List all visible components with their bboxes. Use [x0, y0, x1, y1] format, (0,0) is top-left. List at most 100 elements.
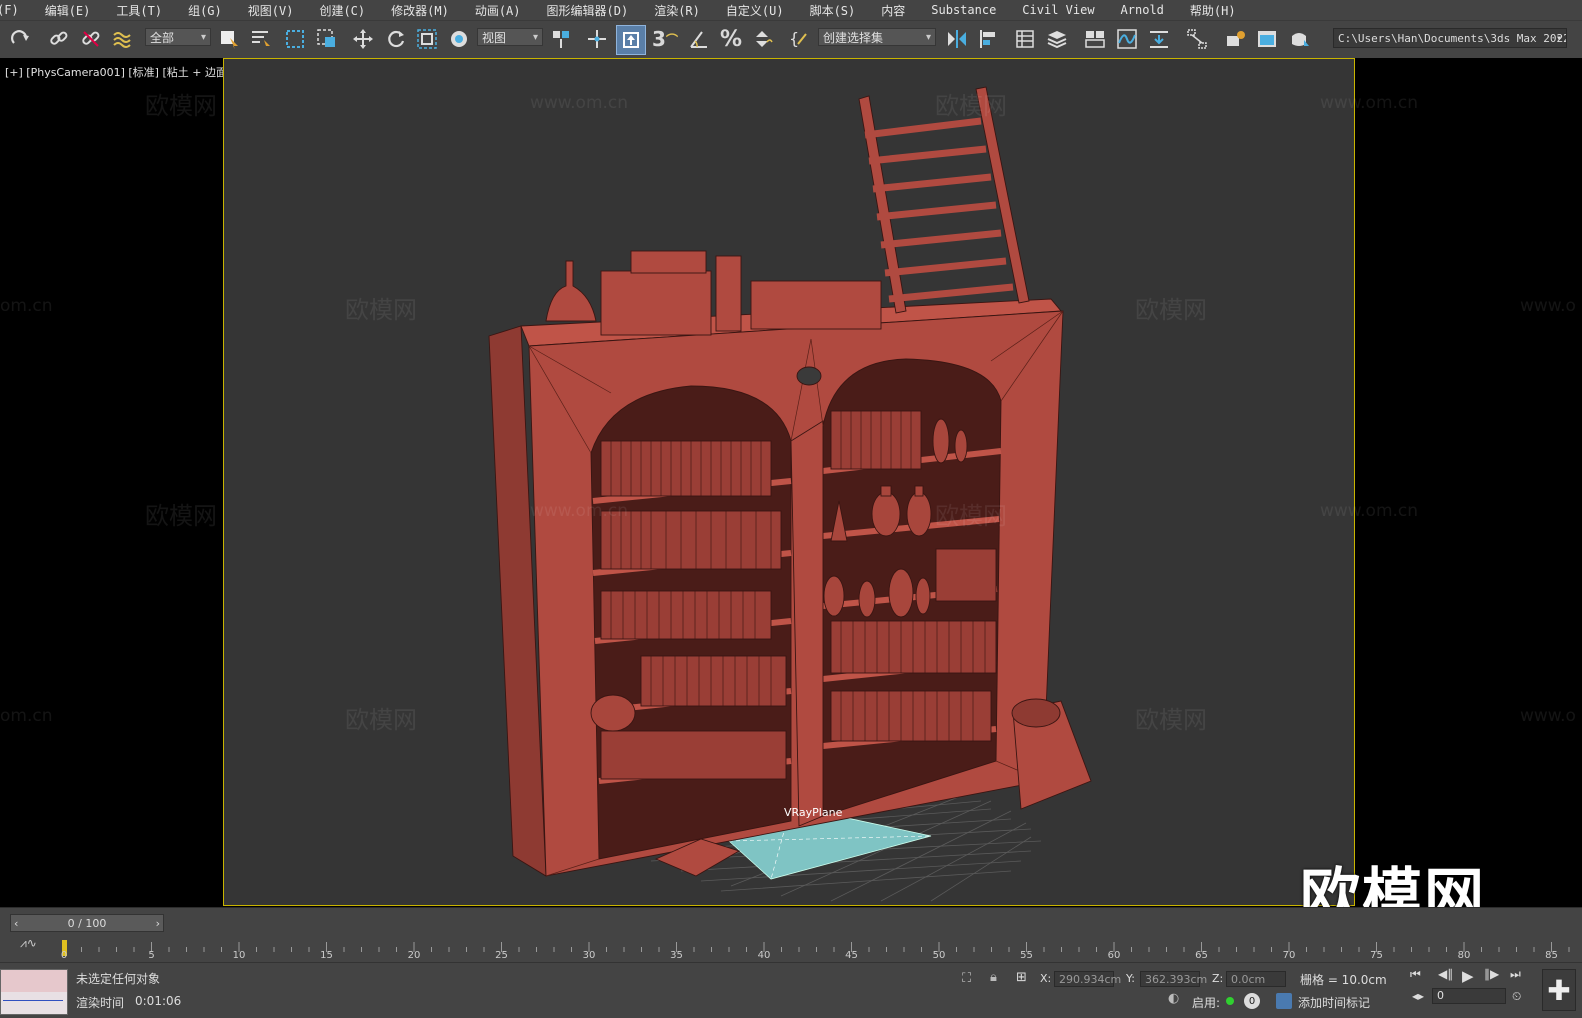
chevron-left-icon[interactable]: ‹ [14, 917, 18, 930]
menu-item[interactable]: 工具(T) [103, 2, 175, 19]
project-path-field[interactable]: C:\Users\Han\Documents\3ds Max 2022 ▾ [1333, 28, 1567, 48]
menu-item[interactable]: 脚本(S) [797, 2, 869, 19]
watermark-url: om.cn [0, 706, 53, 726]
menu-item[interactable]: Substance [918, 3, 1009, 17]
absolute-mode-icon[interactable]: ⊞ [1016, 970, 1027, 985]
timeline-tick-label: 50 [932, 950, 946, 961]
link-icon[interactable] [46, 27, 72, 51]
timeline-tick-label: 85 [1545, 950, 1558, 961]
snap-toggle-icon[interactable]: 3 ⌒ [652, 27, 678, 51]
menu-item[interactable]: 视图(V) [235, 2, 307, 19]
edit-named-selection-icon[interactable]: { [786, 27, 812, 51]
watermark-cn: 欧模网 [1135, 706, 1207, 734]
project-path-text: C:\Users\Han\Documents\3ds Max 2022 [1338, 31, 1567, 45]
current-frame-field[interactable]: 0 [1432, 988, 1506, 1004]
window-crossing-icon[interactable] [314, 27, 340, 51]
watermark-url: www.om.cn [1320, 93, 1419, 113]
curve-editor-mini-icon[interactable]: ⩘∿ [20, 936, 37, 951]
rendered-frame-window-icon[interactable] [1254, 27, 1280, 51]
viewport-label[interactable]: [+] [PhysCamera001] [标准] [粘土 + 边面] [5, 64, 231, 80]
selection-filter-dropdown[interactable]: 全部 [145, 28, 211, 46]
placement-icon[interactable] [446, 27, 472, 51]
previous-frame-icon[interactable]: ◀∥ [1438, 967, 1453, 981]
menu-item[interactable]: 修改器(M) [378, 2, 462, 19]
lock-icon[interactable]: 🔒︎ [990, 970, 997, 985]
viewport-physcamera[interactable]: [+] [PhysCamera001] [标准] [粘土 + 边面] VRayP… [0, 58, 1582, 907]
grid-spacing: 栅格 = 10.0cm [1300, 973, 1387, 987]
timeline-tick-label: 30 [582, 950, 596, 961]
timeline-tick-label: 10 [232, 950, 246, 961]
angle-snap-icon[interactable] [686, 27, 712, 51]
schematic-view-icon[interactable] [1184, 27, 1210, 51]
time-config-icon[interactable]: ⏲ [1512, 989, 1521, 1004]
status-bar: 未选定任何对象 渲染时间 0:01:06 ⛶ 🔒︎ ⊞ X: 290.934cm… [0, 962, 1582, 1018]
rect-selection-icon[interactable] [282, 27, 308, 51]
menu-item[interactable]: 图形编辑器(D) [534, 2, 642, 19]
reference-coordinate-dropdown[interactable]: 视图 [477, 28, 543, 46]
render-production-icon[interactable] [1286, 27, 1312, 51]
status-dot-icon [1226, 997, 1234, 1005]
watermark-url: www.om.cn [1320, 501, 1419, 521]
dope-sheet-icon[interactable] [1146, 27, 1172, 51]
menu-item[interactable]: 动画(A) [462, 2, 534, 19]
menu-item[interactable]: 创建(C) [306, 2, 378, 19]
menu-item[interactable]: 编辑(E) [32, 2, 104, 19]
frame-display: 0 / 100 [67, 916, 107, 930]
chevron-right-icon[interactable]: › [156, 917, 160, 930]
align-icon[interactable] [976, 27, 1002, 51]
scale-icon[interactable] [414, 27, 440, 51]
add-time-tag[interactable]: 添加时间标记 [1298, 994, 1370, 1011]
redo-icon[interactable] [8, 27, 34, 51]
scene-explorer-icon[interactable] [1012, 27, 1038, 51]
menu-item[interactable]: 帮助(H) [1177, 2, 1249, 19]
move-icon[interactable] [350, 27, 376, 51]
keyboard-shortcut-override-icon[interactable] [616, 25, 646, 55]
go-to-start-icon[interactable]: ⏮ [1410, 967, 1421, 982]
ribbon-toggle-icon[interactable] [1082, 27, 1108, 51]
bookshelf-model[interactable] [488, 86, 1092, 877]
isolate-icon[interactable]: ⛶ [962, 971, 971, 986]
adaptive-degradation-icon[interactable]: ◐ [1168, 991, 1179, 1006]
x-label: X: [1040, 972, 1052, 985]
orbit-navigation-icon[interactable]: ✚ [1542, 969, 1576, 1011]
spinner-snap-icon[interactable] [750, 27, 776, 51]
x-coordinate-field[interactable]: 290.934cm [1054, 971, 1121, 987]
menu-item[interactable]: Arnold [1108, 3, 1177, 17]
curve-editor-icon[interactable] [1114, 27, 1140, 51]
key-mode-icon[interactable]: ◂▸ [1412, 989, 1424, 1003]
pivot-center-icon[interactable] [548, 27, 574, 51]
time-tag-icon[interactable] [1276, 993, 1292, 1009]
y-coordinate-field[interactable]: 362.393cm [1140, 971, 1207, 987]
timeline-tick-label: 65 [1195, 950, 1208, 961]
menu-item[interactable]: 渲染(R) [641, 2, 713, 19]
menu-item[interactable]: Civil View [1009, 3, 1107, 17]
select-manipulate-icon[interactable] [584, 27, 610, 51]
menu-item[interactable]: 组(G) [175, 2, 235, 19]
rotate-icon[interactable] [383, 27, 409, 51]
watermark-cn: 欧模网 [345, 296, 417, 324]
z-coordinate-field[interactable]: 0.0cm [1226, 971, 1286, 987]
mirror-icon[interactable] [944, 27, 970, 51]
layer-explorer-icon[interactable] [1044, 27, 1070, 51]
menu-item[interactable]: 自定义(U) [713, 2, 797, 19]
bind-spacewarp-icon[interactable] [110, 27, 136, 51]
go-to-end-icon[interactable]: ⏭ [1510, 967, 1521, 982]
unlink-icon[interactable] [78, 27, 104, 51]
time-slider[interactable]: ‹ 0 / 100 › [10, 914, 164, 932]
timeline-track[interactable]: 0 5 10 15 20 25 30 35 40 45 50 55 60 65 70 75 80 85 [60, 938, 1572, 961]
watermark-cn: 欧模网 [145, 92, 217, 120]
named-selection-set-dropdown[interactable]: 创建选择集 [818, 28, 936, 46]
maxscript-listener-mini[interactable] [0, 969, 68, 1015]
timeline-tick-label: 20 [407, 950, 421, 961]
select-object-icon[interactable] [216, 27, 242, 51]
percent-snap-icon[interactable]: % [718, 27, 744, 52]
next-frame-icon[interactable]: ∥▶ [1484, 967, 1499, 981]
render-setup-icon[interactable] [1222, 27, 1248, 51]
watermark-url: www.o [1520, 296, 1576, 316]
timeline-ticks [62, 940, 1570, 956]
select-by-name-icon[interactable] [248, 27, 274, 51]
safe-frame: VRayPlane [223, 58, 1355, 906]
menu-item[interactable]: 内容 [868, 2, 918, 19]
play-icon[interactable]: ▶ [1462, 967, 1474, 985]
menu-item[interactable]: (F) [0, 3, 32, 17]
